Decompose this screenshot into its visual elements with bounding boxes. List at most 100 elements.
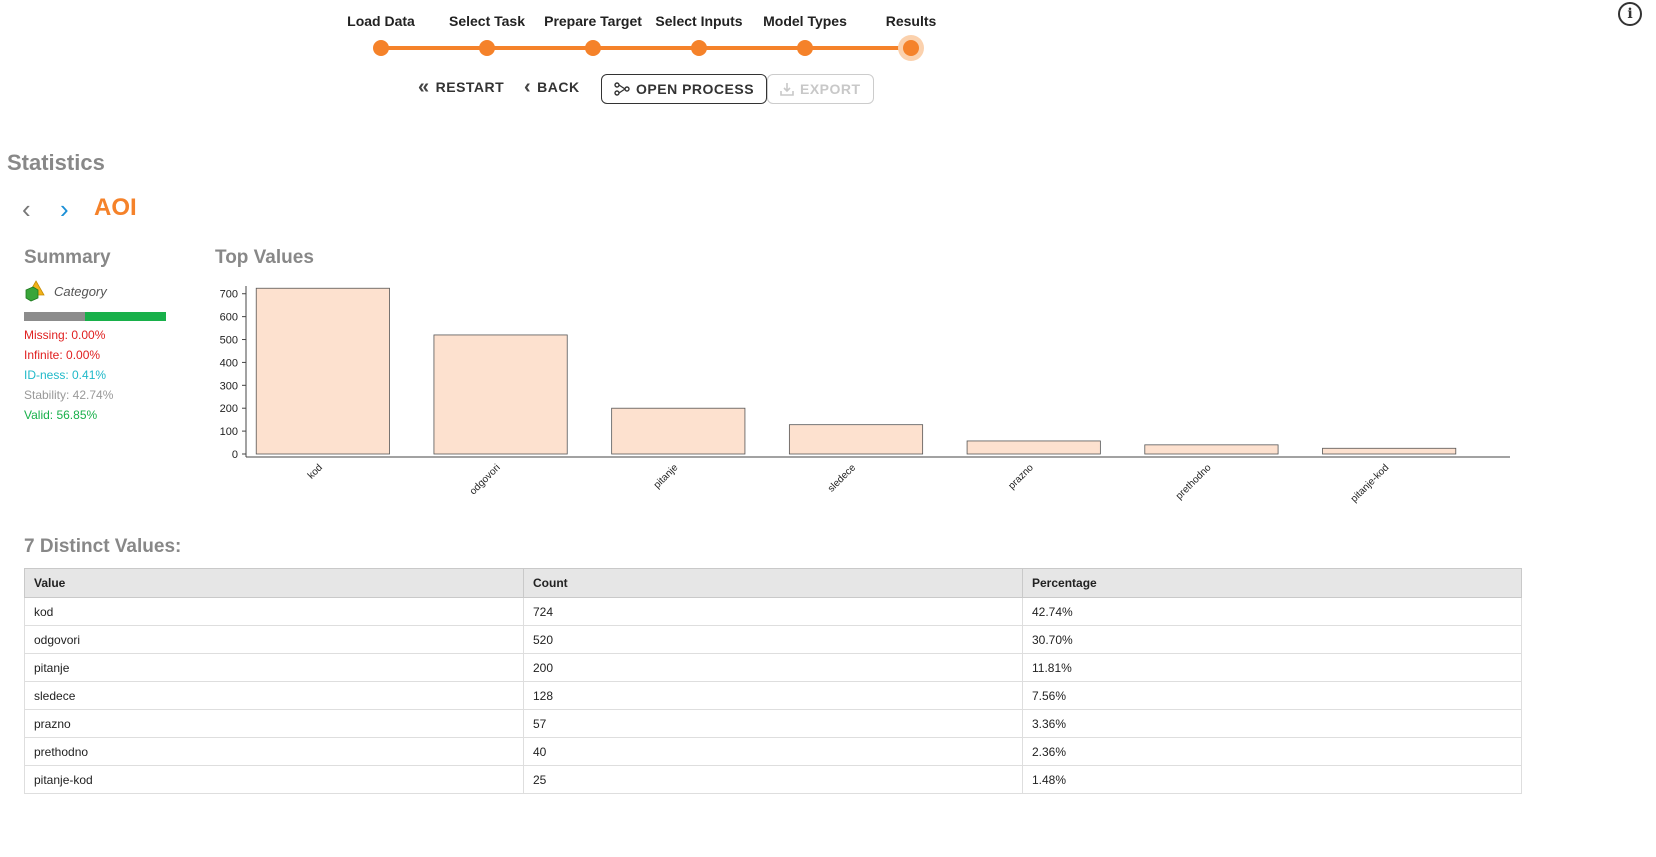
step-dot-load-data[interactable] <box>373 40 389 56</box>
y-tick-label: 100 <box>220 426 238 438</box>
x-tick-label: prethodno <box>1174 462 1214 502</box>
step-label-model-types[interactable]: Model Types <box>763 13 847 29</box>
process-icon <box>614 82 630 96</box>
restart-label: RESTART <box>435 79 505 95</box>
wizard: Load Data Select Task Prepare Target Sel… <box>340 0 960 110</box>
quality-bar <box>24 312 167 321</box>
y-tick-label: 300 <box>220 380 238 392</box>
chevron-left-icon: ‹ <box>524 76 532 98</box>
cell-count: 57 <box>523 709 1023 738</box>
cell-value: prethodno <box>24 737 524 766</box>
back-label: BACK <box>537 79 580 95</box>
stat-stability: Stability: 42.74% <box>24 388 114 402</box>
column-header-count[interactable]: Count <box>523 568 1023 598</box>
back-button[interactable]: ‹ BACK <box>524 72 580 102</box>
step-dot-select-task[interactable] <box>479 40 495 56</box>
double-chevron-left-icon: « <box>418 76 430 98</box>
cell-value: pitanje-kod <box>24 765 524 794</box>
column-header-value[interactable]: Value <box>24 568 524 598</box>
category-icon <box>25 280 45 302</box>
y-tick-label: 0 <box>232 449 238 461</box>
y-tick-label: 700 <box>220 289 238 301</box>
step-dot-prepare-target[interactable] <box>585 40 601 56</box>
step-label-select-task[interactable]: Select Task <box>449 13 525 29</box>
summary-title: Summary <box>24 247 111 268</box>
step-label-results[interactable]: Results <box>886 13 937 29</box>
x-tick-label: odgovori <box>468 462 503 497</box>
cell-percentage: 11.81% <box>1022 653 1522 682</box>
bar <box>255 287 390 455</box>
step-dot-select-inputs[interactable] <box>691 40 707 56</box>
download-icon <box>780 83 794 96</box>
cell-percentage: 3.36% <box>1022 709 1522 738</box>
cell-value: sledece <box>24 681 524 710</box>
table-row: prethodno 40 2.36% <box>24 737 1522 766</box>
step-dot-model-types[interactable] <box>797 40 813 56</box>
open-process-button[interactable]: OPEN PROCESS <box>601 74 768 104</box>
stat-id-ness: ID-ness: 0.41% <box>24 368 107 382</box>
open-process-label: OPEN PROCESS <box>636 81 755 97</box>
table-row: odgovori 520 30.70% <box>24 625 1522 654</box>
cell-percentage: 1.48% <box>1022 765 1522 794</box>
bar <box>611 407 746 455</box>
cell-value: odgovori <box>24 625 524 654</box>
distinct-values-table: Value Count Percentage kod 724 42.74% od… <box>24 568 1522 794</box>
table-row: kod 724 42.74% <box>24 597 1522 626</box>
y-tick-label: 200 <box>220 403 238 415</box>
stat-infinite: Infinite: 0.00% <box>24 348 101 362</box>
cell-value: kod <box>24 597 524 626</box>
statistics-title: Statistics <box>7 150 105 175</box>
cell-count: 200 <box>523 653 1023 682</box>
table-row: prazno 57 3.36% <box>24 709 1522 738</box>
table-row: pitanje 200 11.81% <box>24 653 1522 682</box>
export-button[interactable]: EXPORT <box>767 74 874 104</box>
cell-count: 520 <box>523 625 1023 654</box>
cell-count: 40 <box>523 737 1023 766</box>
table-row: pitanje-kod 25 1.48% <box>24 765 1522 794</box>
quality-bar-valid <box>85 312 167 321</box>
y-tick-label: 500 <box>220 335 238 347</box>
bar <box>966 440 1101 455</box>
attribute-name: AOI <box>94 194 137 221</box>
step-dot-results[interactable] <box>903 40 919 56</box>
attribute-type: Category <box>24 280 107 302</box>
x-tick-label: pitanje-kod <box>1349 462 1391 504</box>
y-tick-label: 400 <box>220 357 238 369</box>
column-header-percentage[interactable]: Percentage <box>1022 568 1522 598</box>
chevron-right-icon[interactable]: › <box>60 196 69 222</box>
chevron-left-icon[interactable]: ‹ <box>22 196 31 222</box>
wizard-track <box>381 46 911 50</box>
step-label-load-data[interactable]: Load Data <box>347 13 415 29</box>
table-header-row: Value Count Percentage <box>24 568 1522 598</box>
cell-value: pitanje <box>24 653 524 682</box>
bar <box>1144 444 1279 455</box>
stat-missing: Missing: 0.00% <box>24 328 106 342</box>
cell-percentage: 30.70% <box>1022 625 1522 654</box>
y-tick-label: 600 <box>220 312 238 324</box>
x-tick-label: prazno <box>1006 462 1036 492</box>
bar <box>788 424 924 455</box>
info-icon[interactable]: i <box>1618 2 1642 26</box>
step-label-select-inputs[interactable]: Select Inputs <box>655 13 742 29</box>
x-tick-label: kod <box>306 462 325 481</box>
top-values-title: Top Values <box>215 247 314 268</box>
top-values-chart: 0 100 200 300 400 500 600 700 kod odgovori pitanje… <box>220 286 1510 505</box>
restart-button[interactable]: « RESTART <box>418 72 504 102</box>
cell-count: 724 <box>523 597 1023 626</box>
step-label-prepare-target[interactable]: Prepare Target <box>544 13 642 29</box>
cell-percentage: 2.36% <box>1022 737 1522 766</box>
cell-count: 128 <box>523 681 1023 710</box>
cell-percentage: 42.74% <box>1022 597 1522 626</box>
table-row: sledece 128 7.56% <box>24 681 1522 710</box>
x-tick-label: sledece <box>826 462 858 494</box>
x-tick-label: pitanje <box>652 462 681 491</box>
bar <box>433 334 568 455</box>
quality-bar-stability <box>24 312 86 321</box>
export-label: EXPORT <box>800 81 861 97</box>
cell-count: 25 <box>523 765 1023 794</box>
cell-percentage: 7.56% <box>1022 681 1522 710</box>
stat-valid: Valid: 56.85% <box>24 408 98 422</box>
bar <box>1322 447 1457 455</box>
type-label: Category <box>54 283 107 299</box>
distinct-values-title: 7 Distinct Values: <box>24 536 182 557</box>
